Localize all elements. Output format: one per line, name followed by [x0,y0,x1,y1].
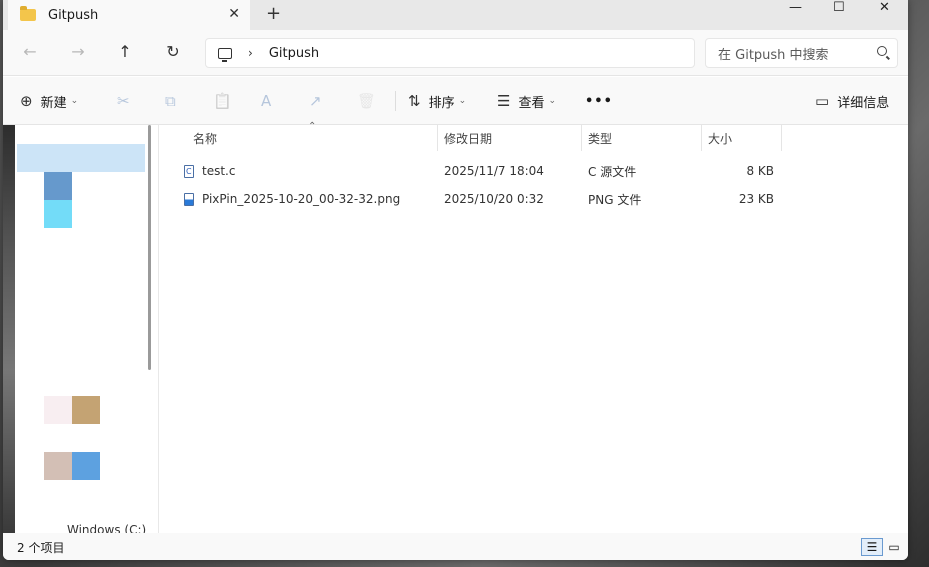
command-bar: ⊕ 新建 ⌄ ✂ ⧉ 📋 A ↗ 🗑 ⇅ 排序 ⌄ ☰ 查看 ⌄ ••• ▭ 详… [3,77,908,125]
forward-button[interactable]: → [68,42,88,61]
copy-icon: ⧉ [165,92,176,110]
sidebar-item-icon[interactable] [44,200,72,228]
details-view-icon: ☰ [866,540,878,554]
details-view-button[interactable]: ☰ [861,538,883,556]
address-bar[interactable]: › Gitpush [205,38,695,68]
column-header-type[interactable]: 类型 [588,125,612,151]
sidebar-item-icon[interactable] [72,396,100,424]
file-row[interactable]: C test.c 2025/11/7 18:04 C 源文件 8 KB [184,158,784,184]
new-tab-button[interactable]: + [266,3,281,24]
file-name: test.c [202,164,236,178]
delete-icon: 🗑 [357,92,377,110]
view-button[interactable]: ☰ 查看 ⌄ [497,77,556,125]
column-header-date[interactable]: 修改日期 [444,125,492,151]
file-date: 2025/10/20 0:32 [444,192,544,206]
rename-icon: A [261,92,272,110]
file-type: PNG 文件 [588,192,642,207]
new-label: 新建 [40,95,67,111]
maximize-button[interactable]: ☐ [833,0,845,15]
plus-circle-icon: ⊕ [20,92,33,110]
minimize-button[interactable]: — [789,0,802,15]
sidebar-item-icon[interactable] [44,452,72,480]
copy-button[interactable]: ⧉ [165,77,184,125]
column-header-size[interactable]: 大小 [708,125,732,151]
share-button[interactable]: ↗ [309,77,330,125]
column-divider[interactable] [437,125,438,151]
chevron-down-icon: ⌄ [548,96,557,106]
view-label: 查看 [518,95,545,111]
item-count: 2 个项目 [17,541,65,555]
back-button[interactable]: ← [20,42,40,61]
thumbnail-view-button[interactable]: ▭ [883,538,905,556]
search-input[interactable]: 在 Gitpush 中搜索 [705,38,898,68]
column-divider[interactable] [581,125,582,151]
view-list-icon: ☰ [497,92,511,110]
title-bar: Gitpush ✕ + — ☐ ✕ [3,0,908,30]
sort-button[interactable]: ⇅ 排序 ⌄ [408,77,466,125]
rename-button[interactable]: A [261,77,279,125]
background-edge [3,125,15,533]
cut-icon: ✂ [117,92,130,110]
status-bar: 2 个项目 ☰ ▭ [3,533,908,560]
column-header-name[interactable]: 名称 [193,125,217,151]
folder-icon [20,6,36,21]
file-date: 2025/11/7 18:04 [444,164,544,178]
refresh-button[interactable]: ↻ [163,42,183,61]
navigation-pane: Windows (C:) [3,125,159,537]
column-divider[interactable] [701,125,702,151]
file-name-cell: PixPin_2025-10-20_00-32-32.png [184,186,400,212]
close-window-button[interactable]: ✕ [879,0,890,15]
sidebar-item-icon[interactable] [72,452,100,480]
column-divider[interactable] [781,125,782,151]
new-button[interactable]: ⊕ 新建 ⌄ [20,77,78,125]
explorer-window: Gitpush ✕ + — ☐ ✕ ← → ↑ ↻ › Gitpush 在 Gi… [3,0,908,560]
file-name: PixPin_2025-10-20_00-32-32.png [202,192,401,206]
more-options-button[interactable]: ••• [585,77,613,125]
share-icon: ↗ [309,92,322,110]
cut-button[interactable]: ✂ [117,77,138,125]
chevron-down-icon: ⌄ [458,96,467,106]
paste-button[interactable]: 📋 [213,77,240,125]
up-button[interactable]: ↑ [115,42,135,61]
close-tab-icon[interactable]: ✕ [228,6,240,22]
sidebar-scrollbar[interactable] [148,125,151,370]
details-pane-button[interactable]: ▭ 详细信息 [815,77,889,125]
sort-icon: ⇅ [408,92,421,110]
file-type: C 源文件 [588,164,637,179]
sidebar-item-icon[interactable] [44,396,72,424]
details-label: 详细信息 [837,95,890,111]
chevron-down-icon: ⌄ [70,96,79,106]
file-name-cell: C test.c [184,158,235,184]
c-file-icon: C [184,164,194,178]
sort-label: 排序 [428,95,455,111]
sidebar-selected-item[interactable] [17,144,145,172]
tab-title: Gitpush [48,7,99,23]
details-pane-icon: ▭ [815,92,830,110]
paste-icon: 📋 [213,92,232,110]
sidebar-item-icon[interactable] [44,172,72,200]
search-icon [877,46,887,56]
delete-button[interactable]: 🗑 [357,77,384,125]
thumbnail-view-icon: ▭ [888,540,900,554]
divider [395,91,396,111]
file-list: ⌃ 名称 修改日期 类型 大小 C test.c 2025/11/7 18:04… [160,121,908,533]
breadcrumb-gitpush[interactable]: Gitpush [269,46,319,61]
png-file-icon [184,192,194,206]
file-size: 23 KB [738,192,774,206]
file-size: 8 KB [746,164,774,178]
file-row[interactable]: PixPin_2025-10-20_00-32-32.png 2025/10/2… [184,186,784,212]
search-placeholder: 在 Gitpush 中搜索 [718,47,829,63]
chevron-right-icon[interactable]: › [248,46,253,60]
this-pc-icon[interactable] [218,47,232,62]
sort-ascending-icon: ⌃ [308,121,317,132]
tab-gitpush[interactable]: Gitpush ✕ [8,0,250,30]
navigation-bar: ← → ↑ ↻ › Gitpush 在 Gitpush 中搜索 [3,30,908,76]
